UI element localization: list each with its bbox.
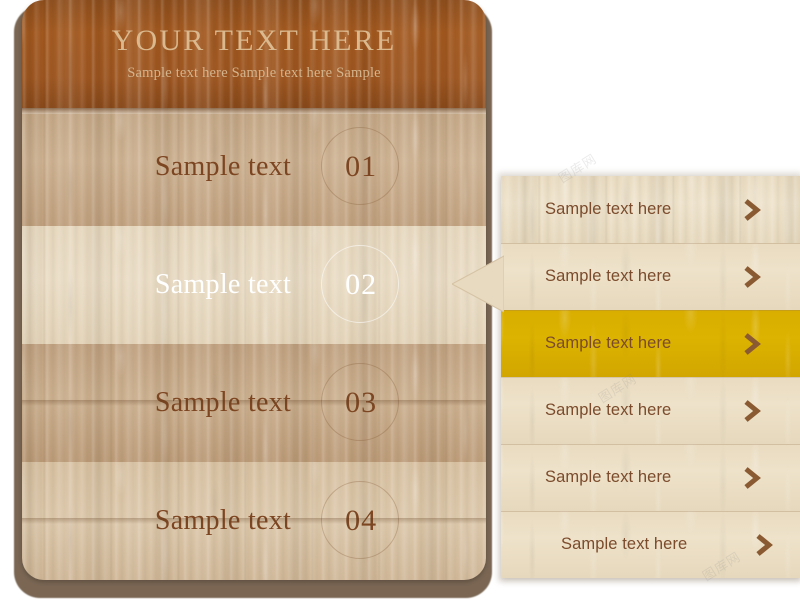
chevron-right-icon xyxy=(744,265,761,288)
submenu-item-6[interactable]: Sample text here xyxy=(501,511,800,578)
chevron-right-icon xyxy=(744,198,761,221)
submenu-item-label: Sample text here xyxy=(561,535,688,553)
submenu-item-label: Sample text here xyxy=(545,401,672,419)
chevron-right-icon xyxy=(744,332,761,355)
main-menu-row-03[interactable]: Sample text 03 xyxy=(22,344,486,462)
page-title: YOUR TEXT HERE xyxy=(111,24,397,57)
main-menu-row-04[interactable]: Sample text 04 xyxy=(22,462,486,580)
main-menu-row-label: Sample text xyxy=(154,387,292,418)
row-divider xyxy=(22,108,486,114)
panel-header: YOUR TEXT HERE Sample text here Sample t… xyxy=(22,0,486,108)
main-menu-row-badge: 04 xyxy=(321,481,401,561)
submenu-item-3[interactable]: Sample text here xyxy=(501,310,800,377)
main-menu-row-number: 02 xyxy=(345,268,378,301)
submenu-item-4[interactable]: Sample text here xyxy=(501,377,800,444)
main-menu-row-badge: 02 xyxy=(321,245,401,325)
main-menu-row-number: 03 xyxy=(345,386,378,419)
submenu-item-label: Sample text here xyxy=(545,200,672,218)
submenu-item-label: Sample text here xyxy=(545,334,672,352)
submenu-item-2[interactable]: Sample text here xyxy=(501,243,800,310)
main-menu-row-number: 01 xyxy=(345,150,378,183)
main-menu-row-01[interactable]: Sample text 01 xyxy=(22,108,486,226)
main-menu-row-badge: 03 xyxy=(321,363,401,443)
page-subtitle: Sample text here Sample text here Sample xyxy=(127,65,381,81)
chevron-right-icon xyxy=(756,533,773,556)
main-menu-row-badge: 01 xyxy=(321,127,401,207)
submenu-item-label: Sample text here xyxy=(545,468,672,486)
chevron-right-icon xyxy=(744,466,761,489)
main-menu-row-number: 04 xyxy=(345,504,378,537)
main-menu-row-label: Sample text xyxy=(154,269,292,300)
submenu-item-5[interactable]: Sample text here xyxy=(501,444,800,511)
main-menu-row-label: Sample text xyxy=(154,505,292,536)
main-menu-list: Sample text 01 Sample text 02 Sample tex… xyxy=(22,108,486,580)
main-menu-row-label: Sample text xyxy=(154,151,292,182)
main-menu-row-02[interactable]: Sample text 02 xyxy=(22,226,486,344)
main-menu-panel: YOUR TEXT HERE Sample text here Sample t… xyxy=(22,0,486,580)
submenu-panel: Sample text here Sample text here Sample… xyxy=(501,176,800,578)
submenu-item-label: Sample text here xyxy=(545,267,672,285)
submenu-item-1[interactable]: Sample text here xyxy=(501,176,800,243)
chevron-right-icon xyxy=(744,399,761,422)
callout-pointer-icon xyxy=(452,255,504,313)
